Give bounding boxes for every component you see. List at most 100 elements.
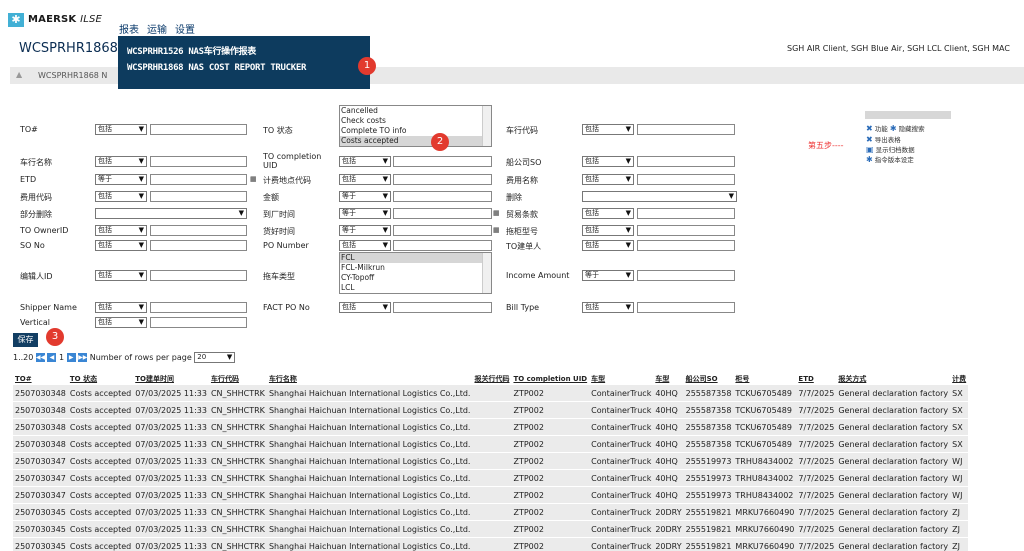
operator-select[interactable]: 包括 <box>95 270 147 281</box>
operator-select[interactable]: 包括 <box>95 317 147 328</box>
calendar-icon[interactable]: ▦ <box>493 209 500 217</box>
operator-select[interactable]: 包括 <box>95 156 147 167</box>
status-option[interactable]: Cancelled <box>340 106 491 116</box>
nav-settings[interactable]: 设置 <box>175 25 195 36</box>
filter-input[interactable] <box>637 174 735 185</box>
table-row[interactable]: 2507030345 Costs accepted 07/03/2025 11:33… <box>13 503 969 521</box>
column-header[interactable]: TO建单时间 <box>133 374 209 385</box>
truck-type-option[interactable]: FCL-Milkrun <box>340 263 491 273</box>
operator-select[interactable]: 包括 <box>339 302 391 313</box>
filter-input[interactable] <box>637 124 735 135</box>
to-status-listbox[interactable]: Cancelled Check costs Complete TO info C… <box>339 105 492 147</box>
operator-select[interactable]: 等于 <box>582 270 634 281</box>
operator-select[interactable]: 包括 <box>582 174 634 185</box>
operator-select[interactable]: 包括 <box>582 208 634 219</box>
function-link[interactable]: 功能 <box>875 125 888 133</box>
save-button[interactable]: 保存 <box>13 333 38 347</box>
column-header[interactable]: 船公司SO <box>684 374 734 385</box>
filter-input[interactable] <box>150 317 247 328</box>
table-row[interactable]: 2507030347 Costs accepted 07/03/2025 11:33… <box>13 469 969 487</box>
filter-input[interactable] <box>637 240 735 251</box>
column-header[interactable]: 柜号 <box>733 374 796 385</box>
column-header[interactable]: 车行名称 <box>267 374 473 385</box>
filter-input[interactable] <box>150 191 247 202</box>
nav-transport[interactable]: 运输 <box>147 25 167 36</box>
filter-input[interactable] <box>637 208 735 219</box>
filter-input[interactable] <box>150 270 247 281</box>
operator-select[interactable]: 等于 <box>339 208 391 219</box>
table-row[interactable]: 2507030347 Costs accepted 07/03/2025 11:33… <box>13 452 969 470</box>
operator-select[interactable]: 包括 <box>95 191 147 202</box>
operator-select[interactable]: 包括 <box>582 240 634 251</box>
status-option[interactable]: Costs accepted <box>340 136 491 146</box>
filter-input[interactable] <box>150 124 247 135</box>
filter-input[interactable] <box>393 191 492 202</box>
operator-select[interactable]: 包括 <box>95 225 147 236</box>
operator-select[interactable]: 包括 <box>582 156 634 167</box>
menu-item-report-1526[interactable]: WCSPRHR1526 NAS车行操作报表 <box>127 44 256 57</box>
column-header[interactable]: 报关方式 <box>836 374 950 385</box>
operator-select[interactable] <box>95 208 247 219</box>
table-row[interactable]: 2507030348 Costs accepted 07/03/2025 11:33… <box>13 435 969 453</box>
column-header[interactable]: TO# <box>13 374 68 385</box>
filter-input[interactable] <box>150 302 247 313</box>
listbox-scrollbar[interactable] <box>482 106 491 146</box>
nav-reports[interactable]: 报表 <box>119 25 139 36</box>
table-row[interactable]: 2507030348 Costs accepted 07/03/2025 11:33… <box>13 418 969 436</box>
operator-select[interactable]: 包括 <box>339 240 391 251</box>
truck-type-option[interactable]: FCL <box>340 253 491 263</box>
status-option[interactable]: Check costs <box>340 116 491 126</box>
filter-input[interactable] <box>637 302 735 313</box>
column-header[interactable]: 车行代码 <box>209 374 267 385</box>
column-header[interactable]: TO 状态 <box>68 374 133 385</box>
table-row[interactable]: 2507030345 Costs accepted 07/03/2025 11:33… <box>13 520 969 538</box>
next-page-icon[interactable]: ▶ <box>66 353 76 362</box>
operator-select[interactable] <box>582 191 737 202</box>
filter-input[interactable] <box>150 240 247 251</box>
filter-input[interactable] <box>393 240 492 251</box>
filter-input[interactable] <box>637 270 735 281</box>
prev-page-icon[interactable]: ◀ <box>47 353 57 362</box>
table-row[interactable]: 2507030348 Costs accepted 07/03/2025 11:33… <box>13 401 969 419</box>
operator-select[interactable]: 等于 <box>339 191 391 202</box>
filter-input[interactable] <box>393 208 492 219</box>
filter-input[interactable] <box>393 225 492 236</box>
status-option[interactable]: Complete TO info <box>340 126 491 136</box>
column-header[interactable]: TO completion UID <box>511 374 589 385</box>
version-settings-link[interactable]: 指令版本设定 <box>875 156 914 164</box>
export-table-link[interactable]: 导出表格 <box>875 136 901 144</box>
filter-input[interactable] <box>150 156 247 167</box>
table-row[interactable]: 2507030348 Costs accepted 07/03/2025 11:33… <box>13 384 969 402</box>
column-header[interactable]: 车型 <box>653 374 683 385</box>
operator-select[interactable]: 包括 <box>339 156 391 167</box>
operator-select[interactable]: 等于 <box>95 174 147 185</box>
operator-select[interactable]: 包括 <box>95 124 147 135</box>
truck-type-listbox[interactable]: FCL FCL-Milkrun CY-Topoff LCL <box>339 252 492 294</box>
menu-item-report-1868[interactable]: WCSPRHR1868 NAS COST REPORT TRUCKER <box>127 63 306 73</box>
column-header[interactable]: 计费 <box>950 374 968 385</box>
show-archived-link[interactable]: 显示归档数据 <box>876 146 915 154</box>
operator-select[interactable]: 包括 <box>339 174 391 185</box>
last-page-icon[interactable]: ▶▶ <box>78 353 87 362</box>
filter-input[interactable] <box>150 225 247 236</box>
column-header[interactable]: 报关行代码 <box>472 374 511 385</box>
rows-per-page-select[interactable]: 20 <box>194 352 236 363</box>
filter-input[interactable] <box>637 225 735 236</box>
operator-select[interactable]: 包括 <box>582 302 634 313</box>
truck-type-option[interactable]: CY-Topoff <box>340 273 491 283</box>
first-page-icon[interactable]: ◀◀ <box>35 353 45 362</box>
table-row[interactable]: 2507030345 Costs accepted 07/03/2025 11:33… <box>13 537 969 551</box>
hide-search-link[interactable]: 隐藏搜索 <box>899 125 925 133</box>
truck-type-option[interactable]: LCL <box>340 283 491 293</box>
calendar-icon[interactable]: ▦ <box>250 175 257 183</box>
operator-select[interactable]: 等于 <box>339 225 391 236</box>
listbox-scrollbar[interactable] <box>482 253 491 293</box>
operator-select[interactable]: 包括 <box>95 302 147 313</box>
filter-input[interactable] <box>393 302 492 313</box>
collapse-triangle-icon[interactable]: ▲ <box>16 70 22 79</box>
calendar-icon[interactable]: ▦ <box>493 226 500 234</box>
operator-select[interactable]: 包括 <box>582 225 634 236</box>
operator-select[interactable]: 包括 <box>95 240 147 251</box>
filter-input[interactable] <box>150 174 247 185</box>
filter-input[interactable] <box>393 174 492 185</box>
